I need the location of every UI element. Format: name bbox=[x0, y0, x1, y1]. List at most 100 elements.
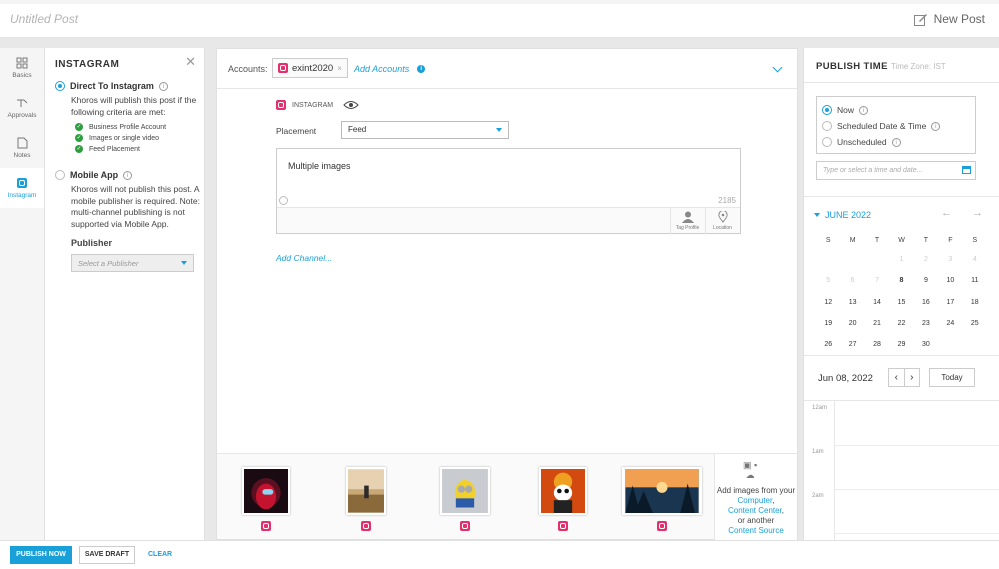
calendar-day[interactable]: 18 bbox=[963, 292, 987, 313]
instagram-icon bbox=[276, 100, 286, 110]
prev-month-arrow-icon[interactable]: ← bbox=[941, 207, 952, 219]
time-label: 1am bbox=[812, 449, 824, 455]
top-bar: Untitled Post New Post bbox=[0, 0, 999, 38]
media-thumbnail[interactable] bbox=[346, 467, 386, 531]
media-thumbnail[interactable] bbox=[622, 467, 702, 531]
media-image[interactable] bbox=[242, 467, 290, 515]
weekday-label: T bbox=[923, 237, 929, 244]
calendar-day[interactable]: 9 bbox=[914, 270, 938, 291]
computer-link[interactable]: Computer bbox=[738, 496, 773, 505]
day-arrows: ‹ › bbox=[888, 368, 920, 387]
content-source-link[interactable]: Content Source bbox=[728, 526, 784, 535]
media-image[interactable] bbox=[539, 467, 587, 515]
mobile-description: Khoros will not publish this post. A mob… bbox=[71, 184, 200, 229]
add-channel-link[interactable]: Add Channel... bbox=[276, 253, 332, 263]
add-accounts-label: Add Accounts bbox=[354, 64, 410, 74]
radio-unselected[interactable] bbox=[55, 170, 65, 180]
next-month-arrow-icon[interactable]: → bbox=[972, 207, 983, 219]
calendar-icon[interactable] bbox=[962, 166, 971, 174]
info-icon[interactable]: i bbox=[123, 170, 133, 180]
close-icon[interactable]: ✕ bbox=[185, 54, 196, 70]
option-now[interactable]: Now i bbox=[822, 102, 970, 118]
add-accounts-link[interactable]: Add Accounts i bbox=[354, 64, 426, 74]
option-scheduled[interactable]: Scheduled Date & Time i bbox=[822, 118, 970, 134]
publish-now-button[interactable]: PUBLISH NOW bbox=[10, 546, 72, 564]
rail-item-approvals[interactable]: Approvals bbox=[0, 88, 44, 128]
placement-select[interactable]: Feed bbox=[341, 121, 509, 139]
calendar-day[interactable]: 29 bbox=[889, 334, 913, 355]
left-rail: Basics Approvals Notes Instagram bbox=[0, 48, 45, 540]
instagram-icon bbox=[17, 178, 27, 188]
preview-eye-icon[interactable] bbox=[343, 100, 359, 110]
post-title[interactable]: Untitled Post bbox=[10, 12, 78, 26]
browser-strip bbox=[0, 0, 999, 4]
prev-day-chevron-icon[interactable]: ‹ bbox=[889, 369, 905, 386]
option-label: Unscheduled bbox=[837, 137, 887, 147]
radio-unselected[interactable] bbox=[822, 137, 832, 147]
check-icon: ✓ bbox=[75, 134, 83, 142]
calendar-day[interactable]: 12 bbox=[816, 292, 840, 313]
calendar-day[interactable]: 19 bbox=[816, 313, 840, 334]
info-icon[interactable]: i bbox=[931, 121, 941, 131]
calendar-day[interactable]: 24 bbox=[938, 313, 962, 334]
instagram-icon bbox=[558, 521, 568, 531]
media-thumbnail[interactable] bbox=[440, 467, 490, 531]
calendar-day[interactable]: 16 bbox=[914, 292, 938, 313]
direct-description: Khoros will publish this post if the fol… bbox=[71, 95, 197, 117]
divider bbox=[804, 355, 999, 356]
calendar-day[interactable]: 26 bbox=[816, 334, 840, 355]
tag-profile-button[interactable]: Tag Profile bbox=[670, 208, 704, 234]
media-thumbnail[interactable] bbox=[242, 467, 290, 531]
publisher-select[interactable]: Select a Publisher bbox=[71, 254, 194, 272]
date-time-input[interactable]: Type or select a time and date... bbox=[816, 161, 976, 180]
post-body-text[interactable]: Multiple images bbox=[288, 161, 351, 171]
calendar-day[interactable]: 20 bbox=[840, 313, 864, 334]
calendar-day[interactable]: 30 bbox=[914, 334, 938, 355]
info-icon[interactable]: i bbox=[859, 105, 869, 115]
rail-item-notes[interactable]: Notes bbox=[0, 128, 44, 168]
month-selector[interactable]: JUNE 2022 bbox=[814, 210, 871, 220]
post-editor[interactable]: Multiple images 2185 Tag Profile Locatio… bbox=[276, 148, 741, 234]
option-unscheduled[interactable]: Unscheduled i bbox=[822, 134, 970, 150]
calendar-day[interactable]: 17 bbox=[938, 292, 962, 313]
direct-to-instagram-option[interactable]: Direct To Instagram i bbox=[55, 81, 168, 91]
instagram-icon bbox=[261, 521, 271, 531]
radio-unselected[interactable] bbox=[822, 121, 832, 131]
add-images-panel: ▣ ▪ ☁ Add images from your Computer, Cont… bbox=[714, 454, 797, 540]
calendar-day[interactable]: 13 bbox=[840, 292, 864, 313]
mobile-app-option[interactable]: Mobile App i bbox=[55, 170, 133, 180]
calendar-day[interactable]: 10 bbox=[938, 270, 962, 291]
next-day-chevron-icon[interactable]: › bbox=[905, 369, 920, 386]
calendar-day[interactable]: 25 bbox=[963, 313, 987, 334]
calendar-day[interactable]: 27 bbox=[840, 334, 864, 355]
media-image[interactable] bbox=[440, 467, 490, 515]
radio-selected[interactable] bbox=[822, 105, 832, 115]
media-image[interactable] bbox=[346, 467, 386, 515]
emoji-icon[interactable] bbox=[279, 196, 288, 205]
calendar-day[interactable]: 21 bbox=[865, 313, 889, 334]
chevron-down-icon[interactable] bbox=[772, 62, 783, 73]
clear-button[interactable]: CLEAR bbox=[148, 551, 172, 558]
calendar-day[interactable]: 11 bbox=[963, 270, 987, 291]
info-icon[interactable]: i bbox=[158, 81, 168, 91]
save-draft-button[interactable]: SAVE DRAFT bbox=[79, 546, 135, 564]
calendar-day[interactable]: 14 bbox=[865, 292, 889, 313]
calendar-day[interactable]: 28 bbox=[865, 334, 889, 355]
calendar-day[interactable]: 22 bbox=[889, 313, 913, 334]
rail-item-instagram[interactable]: Instagram bbox=[0, 168, 44, 208]
location-button[interactable]: Location bbox=[705, 208, 739, 234]
info-icon[interactable]: i bbox=[891, 137, 901, 147]
remove-icon[interactable]: × bbox=[337, 64, 342, 73]
calendar-day-today[interactable]: 8 bbox=[889, 270, 913, 291]
radio-selected[interactable] bbox=[55, 81, 65, 91]
content-center-link[interactable]: Content Center bbox=[728, 506, 782, 515]
info-icon[interactable]: i bbox=[417, 65, 426, 73]
calendar-day[interactable]: 23 bbox=[914, 313, 938, 334]
rail-item-basics[interactable]: Basics bbox=[0, 48, 44, 88]
account-chip[interactable]: exint2020 × bbox=[272, 58, 348, 78]
calendar-day[interactable]: 15 bbox=[889, 292, 913, 313]
media-thumbnail[interactable] bbox=[539, 467, 587, 531]
today-button[interactable]: Today bbox=[929, 368, 975, 387]
new-post-button[interactable]: New Post bbox=[913, 12, 985, 26]
media-image[interactable] bbox=[622, 467, 702, 515]
